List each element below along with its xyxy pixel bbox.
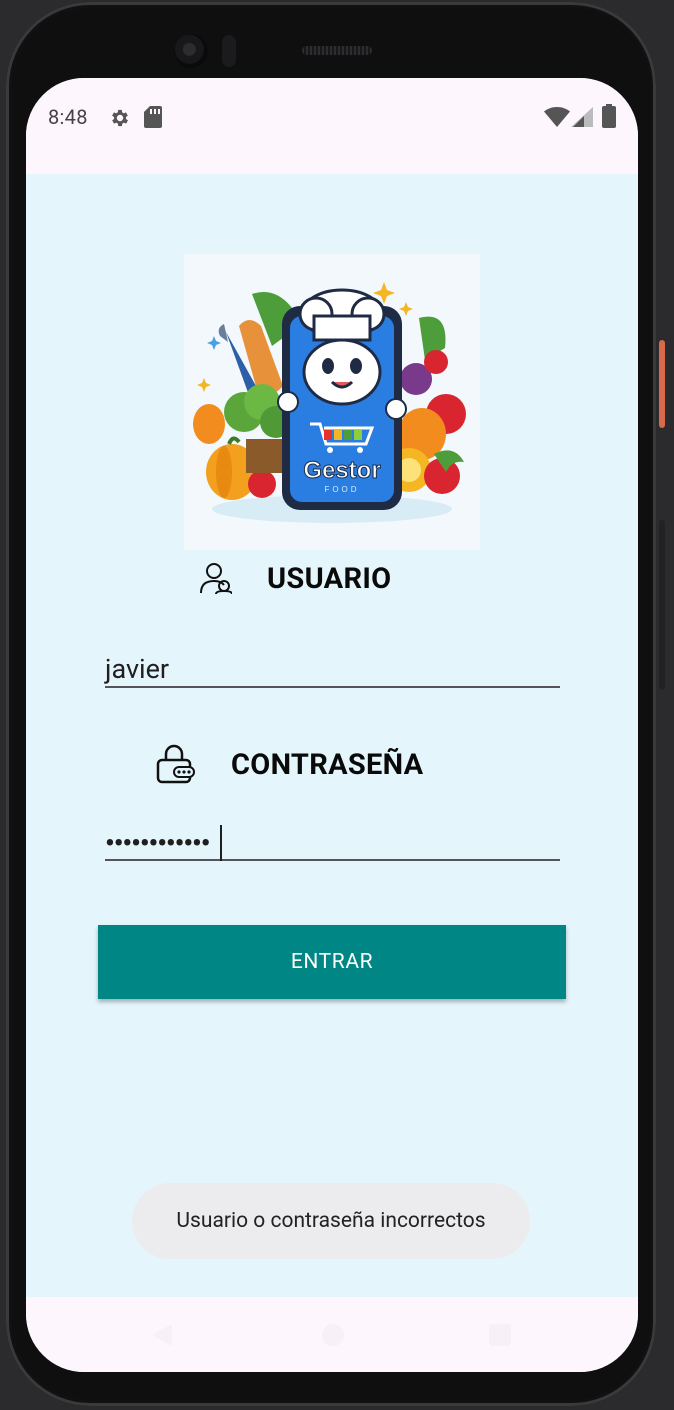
recents-icon[interactable] xyxy=(489,1324,511,1346)
user-icon xyxy=(200,563,232,595)
cell-signal-icon xyxy=(571,107,593,127)
lock-icon xyxy=(156,744,195,784)
wifi-icon xyxy=(544,107,570,127)
user-label: USUARIO xyxy=(267,562,392,596)
password-value: •••••••••••• xyxy=(105,827,210,859)
toast-message: Usuario o contraseña incorrectos xyxy=(176,1209,486,1233)
device-screen: 8:48 Gestor FOOD USUARIO javier CONTRASE… xyxy=(26,78,638,1372)
power-button xyxy=(659,340,665,428)
username-field[interactable]: javier xyxy=(105,652,560,688)
sd-card-icon xyxy=(144,106,162,128)
error-toast: Usuario o contraseña incorrectos xyxy=(132,1183,530,1259)
text-caret xyxy=(220,825,222,861)
logo-text-gestor: Gestor xyxy=(303,457,380,484)
earpiece-speaker xyxy=(302,46,372,55)
logo-text-food: FOOD xyxy=(324,485,359,494)
proximity-sensor xyxy=(222,35,236,67)
back-icon[interactable] xyxy=(150,1322,174,1348)
home-icon[interactable] xyxy=(322,1324,344,1346)
navigation-bar xyxy=(26,1297,638,1372)
gear-icon xyxy=(112,109,128,127)
status-time: 8:48 xyxy=(48,105,88,129)
status-bar: 8:48 xyxy=(26,78,638,174)
username-value: javier xyxy=(105,653,170,685)
login-button[interactable]: ENTRAR xyxy=(98,925,566,999)
password-label: CONTRASEÑA xyxy=(231,748,424,782)
volume-button xyxy=(659,520,665,690)
password-field[interactable]: •••••••••••• xyxy=(105,825,560,861)
battery-icon xyxy=(602,104,616,128)
app-logo: Gestor FOOD xyxy=(184,254,480,550)
front-camera xyxy=(174,34,208,68)
login-screen: Gestor FOOD USUARIO javier CONTRASEÑA ••… xyxy=(26,174,638,1297)
